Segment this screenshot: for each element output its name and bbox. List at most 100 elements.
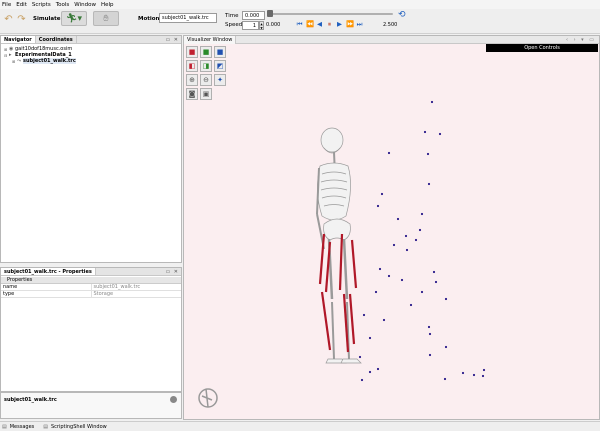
marker-point [387,151,391,155]
marker-point [382,318,386,322]
marker-point [420,290,424,294]
marker-point [427,182,431,186]
marker-point [444,345,448,349]
panel-window-controls[interactable]: ▭ ✕ [165,36,179,44]
tree-item-trc[interactable]: ⊞ ⤳ subject01_walk.trc [4,58,178,64]
help-icon[interactable] [170,396,177,403]
bottom-view-button[interactable]: ◩ [214,60,226,72]
time-field[interactable]: 0.000 [242,11,265,20]
marker-point [374,290,378,294]
redo-icon[interactable]: ↷ [16,14,27,25]
tab-messages[interactable]: Messages [10,424,35,430]
menu-bar: File Edit Scripts Tools Window Help [0,0,600,9]
marker-point [392,243,396,247]
undo-icon[interactable]: ↶ [3,14,14,25]
time-slider-thumb[interactable] [267,10,273,17]
tree-item-label: subject01_walk.trc [23,58,76,64]
bottom-tabbar: ▤ Messages ▤ ScriptingShell Window [0,421,600,431]
messages-icon: ▤ [2,423,7,430]
description-panel: subject01_walk.trc [0,392,182,419]
fit-view-icon[interactable]: ✦ [214,74,226,86]
go-to-end-button[interactable]: ⏭ [356,20,363,28]
play-reverse-button[interactable]: ◀ [316,20,323,28]
property-value[interactable]: Storage [90,290,181,298]
property-value[interactable]: subject01_walk.trc [90,283,181,291]
step-forward-button[interactable]: ⏩ [346,20,354,28]
table-row: type Storage [1,290,181,298]
marker-point [414,238,418,242]
navigator-panel: Navigator Coordinates ▭ ✕ ⊞ ◉ gait10dof1… [0,35,182,263]
foot-right [340,358,362,364]
right-view-button[interactable]: ◧ [186,60,198,72]
marker-point [418,228,422,232]
ribcage [317,162,351,221]
marker-point [358,355,362,359]
zoom-in-icon[interactable]: ⊕ [186,74,198,86]
zoom-out-icon[interactable]: ⊖ [200,74,212,86]
tab-visualizer[interactable]: Visualizer Window [184,36,237,44]
speed-field[interactable]: 1 [242,21,259,30]
loop-icon[interactable]: ⟲ [398,10,406,20]
marker-point [420,212,424,216]
panel-window-controls[interactable]: ▭ ✕ [165,268,179,276]
open-controls-button[interactable]: Open Controls [486,44,598,52]
run-simulation-button[interactable]: 🏃︎▾ [61,11,87,26]
marker-point [444,297,448,301]
menu-window[interactable]: Window [74,2,96,8]
stop-hand-icon: ✋︎ [103,13,109,24]
menu-tools[interactable]: Tools [56,2,70,8]
marker-point [409,303,413,307]
snapshot-icon[interactable]: ◙ [186,88,198,100]
pelvis [323,218,351,241]
go-to-start-button[interactable]: ⏮ [296,20,303,28]
table-row: name subject01_walk.trc [1,283,181,291]
marker-point [400,278,404,282]
tab-properties[interactable]: subject01_walk.trc - Properties [1,268,96,275]
marker-point [427,325,431,329]
motion-field[interactable]: subject01_walk.trc [159,13,217,23]
marker-point [432,270,436,274]
time-end-label: 2.500 [383,22,398,28]
menu-file[interactable]: File [2,2,11,8]
properties-table: Properties name subject01_walk.trc type … [1,277,181,298]
menu-help[interactable]: Help [101,2,114,8]
visualizer-window: Visualizer Window ‹ › ▾ ▭ ■ ■ ■ ◧ ◨ ◩ ⊕ … [183,35,600,420]
scripting-shell-icon: ▤ [43,423,48,430]
back-view-button[interactable]: ■ [200,46,212,58]
marker-point [443,377,447,381]
3d-scene[interactable] [184,44,599,420]
step-back-button[interactable]: ⏪ [306,20,314,28]
left-view-button[interactable]: ■ [214,46,226,58]
marker-point [404,234,408,238]
femur-right [342,238,349,300]
time-label: Time [225,13,239,19]
run-icon: 🏃︎▾ [66,13,82,24]
property-name: name [1,283,91,291]
speed-spinner[interactable]: ▲ ▼ [259,21,264,30]
main-toolbar: ↶ ↷ Simulate 🏃︎▾ ✋︎ Motion: subject01_wa… [0,9,600,34]
muscles [318,233,358,353]
marker-point [387,274,391,278]
tab-scripting-shell[interactable]: ScriptingShell Window [51,424,107,430]
top-view-button[interactable]: ◨ [200,60,212,72]
tab-coordinates[interactable]: Coordinates [36,36,77,43]
play-button[interactable]: ▶ [336,20,343,28]
pause-button[interactable]: ⏸ [326,20,333,28]
stop-simulation-button[interactable]: ✋︎ [93,11,119,26]
marker-point [362,313,366,317]
time-slider-track[interactable] [270,13,393,15]
simulate-label: Simulate [33,16,61,22]
marker-point [423,130,427,134]
menu-edit[interactable]: Edit [16,2,27,8]
record-movie-icon[interactable]: ▣ [200,88,212,100]
marker-point [438,132,442,136]
visualizer-window-controls[interactable]: ‹ › ▾ ▭ [566,36,596,44]
marker-point [376,204,380,208]
tibia-left [331,301,335,360]
front-view-button[interactable]: ■ [186,46,198,58]
menu-scripts[interactable]: Scripts [32,2,51,8]
tab-navigator[interactable]: Navigator [1,36,36,43]
marker-point [405,248,409,252]
description-text: subject01_walk.trc [4,397,57,403]
upper-arm [316,167,320,215]
